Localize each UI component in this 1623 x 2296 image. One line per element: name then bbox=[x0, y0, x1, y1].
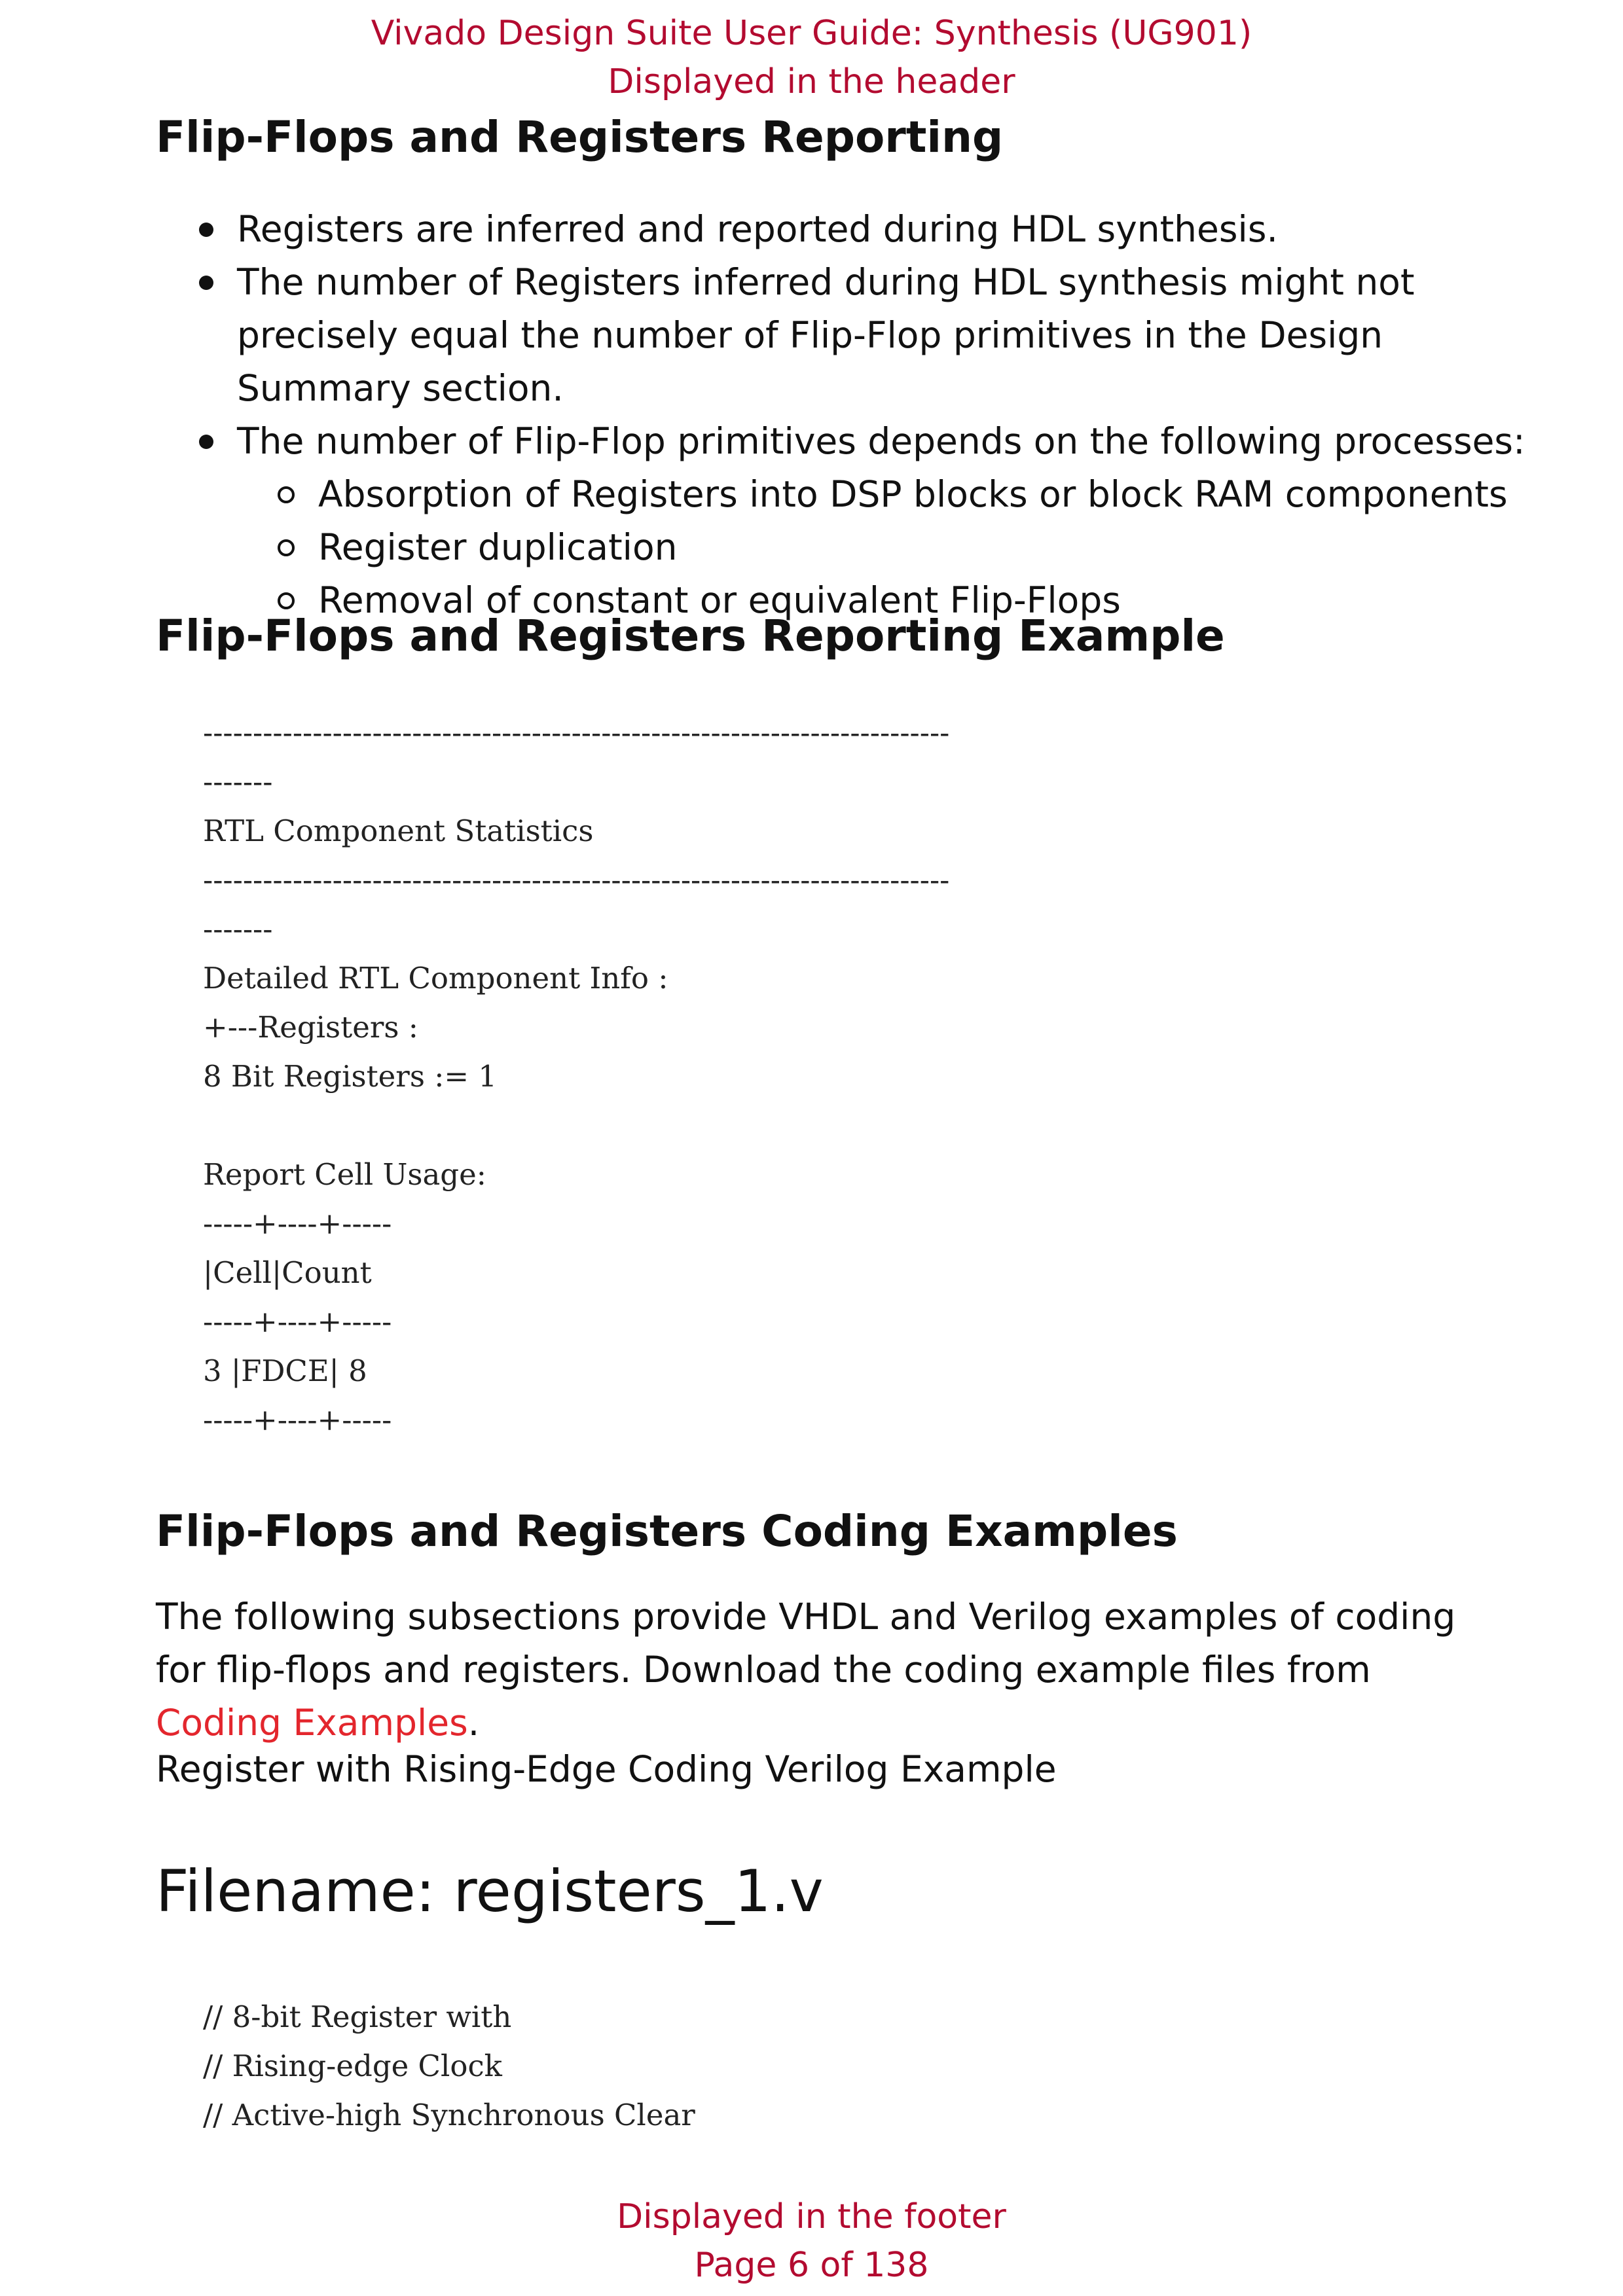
page-footer: Displayed in the footer Page 6 of 138 bbox=[0, 2193, 1623, 2289]
bullet-item: The number of Registers inferred during … bbox=[156, 256, 1491, 415]
section-title-reporting-example: Flip-Flops and Registers Reporting Examp… bbox=[156, 611, 1225, 661]
example-label: Register with Rising-Edge Coding Verilog… bbox=[156, 1748, 1057, 1790]
bullet-text: The number of Flip-Flop primitives depen… bbox=[237, 420, 1525, 462]
bullet-text: The number of Registers inferred during … bbox=[237, 261, 1415, 409]
header-doc-title: Vivado Design Suite User Guide: Synthesi… bbox=[371, 14, 1252, 53]
page-header: Vivado Design Suite User Guide: Synthesi… bbox=[0, 9, 1623, 106]
sub-bullet-item: Register duplication bbox=[156, 521, 1491, 574]
sub-bullet-text: Register duplication bbox=[318, 526, 678, 568]
bullet-list: Registers are inferred and reported duri… bbox=[156, 203, 1525, 627]
intro-paragraph: The following subsections provide VHDL a… bbox=[156, 1590, 1491, 1749]
sub-bullet-text: Absorption of Registers into DSP blocks … bbox=[318, 473, 1508, 515]
header-note: Displayed in the header bbox=[608, 62, 1015, 101]
page-number: Page 6 of 138 bbox=[694, 2246, 929, 2285]
section-title-coding-examples: Flip-Flops and Registers Coding Examples bbox=[156, 1506, 1178, 1556]
code-block-verilog: // 8-bit Register with // Rising-edge Cl… bbox=[203, 2000, 695, 2132]
section-title-reporting: Flip-Flops and Registers Reporting bbox=[156, 112, 1004, 162]
code-block-report: ----------------------------------------… bbox=[203, 715, 950, 1437]
bullet-item: The number of Flip-Flop primitives depen… bbox=[156, 415, 1525, 468]
sub-bullet-item: Absorption of Registers into DSP blocks … bbox=[156, 468, 1508, 521]
bullet-item: Registers are inferred and reported duri… bbox=[156, 203, 1491, 256]
footer-note: Displayed in the footer bbox=[617, 2197, 1006, 2236]
filename-heading: Filename: registers_1.v bbox=[156, 1857, 824, 1925]
intro-end: . bbox=[467, 1702, 480, 1744]
coding-examples-link[interactable]: Coding Examples bbox=[156, 1702, 468, 1744]
intro-text: The following subsections provide VHDL a… bbox=[156, 1596, 1456, 1691]
bullet-text: Registers are inferred and reported duri… bbox=[237, 208, 1278, 250]
